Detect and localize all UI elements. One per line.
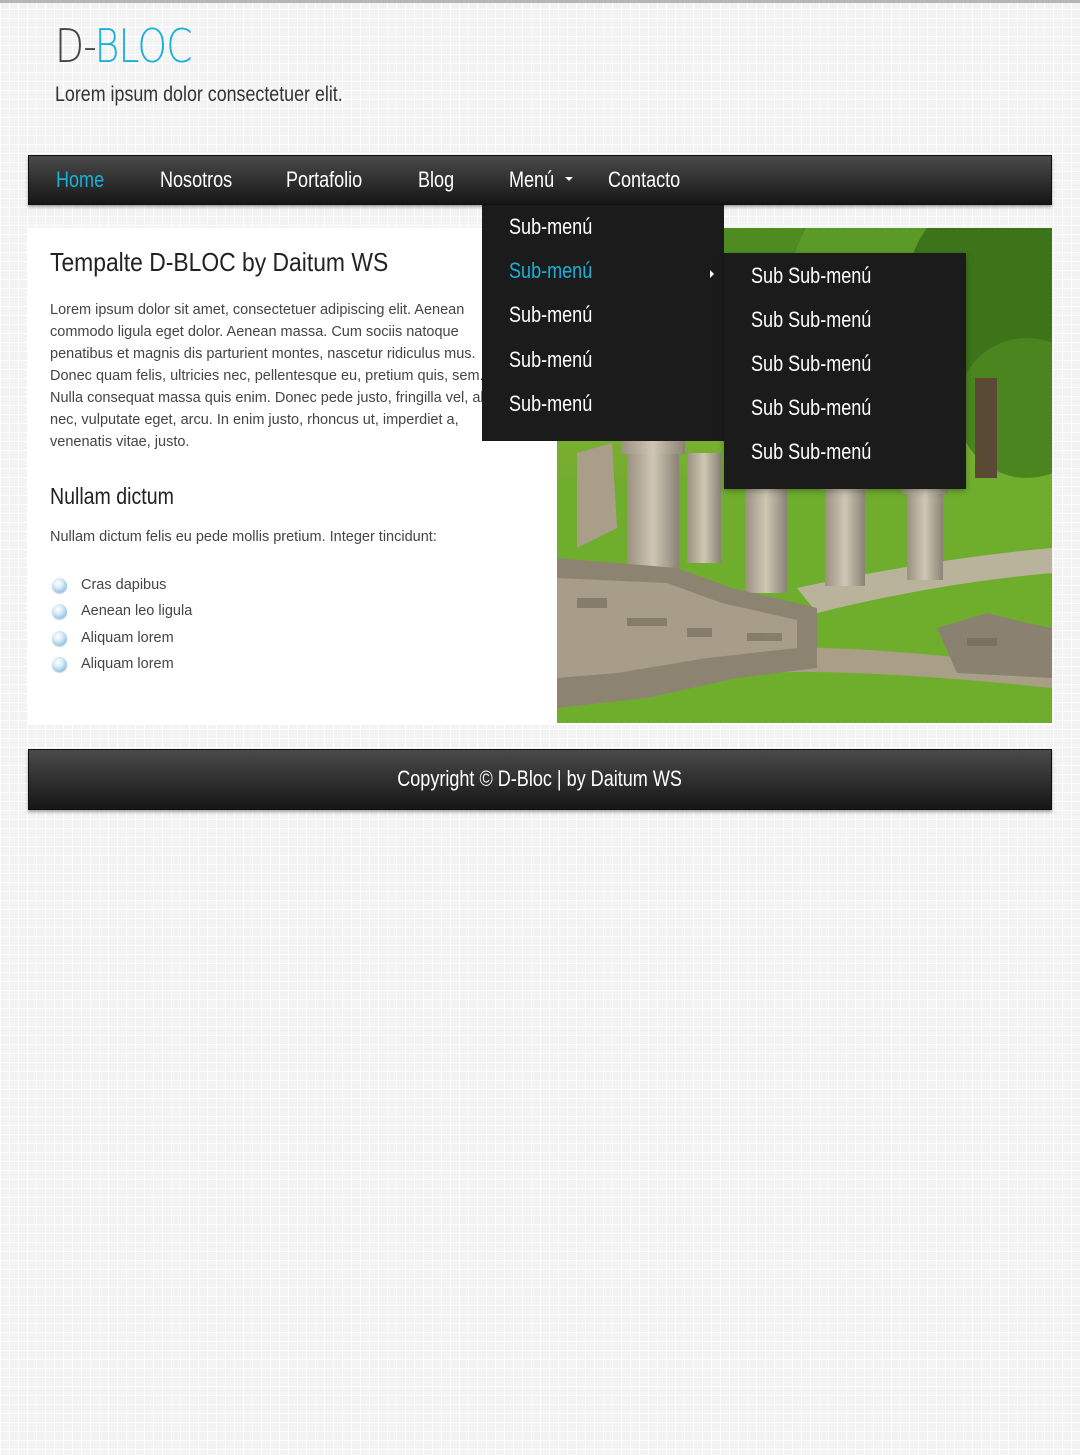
list-item: Aenean leo ligula <box>50 599 192 625</box>
list-item-label: Aliquam lorem <box>81 655 174 672</box>
submenu-item[interactable]: Sub Sub-menú <box>751 437 871 467</box>
dropdown-item[interactable]: Sub-menú <box>509 389 592 419</box>
chevron-right-icon <box>710 270 714 278</box>
footer-copyright: Copyright © D-Bloc | by Daitum WS <box>29 750 1051 809</box>
dropdown-item[interactable]: Sub-menú <box>509 345 592 375</box>
feature-list: Cras dapibus Aenean leo ligula Aliquam l… <box>50 573 192 678</box>
bullet-icon <box>52 604 67 620</box>
bullet-icon <box>52 630 67 646</box>
nav-item-portafolio[interactable]: Portafolio <box>286 156 362 204</box>
bullet-icon <box>52 578 67 593</box>
submenu-item[interactable]: Sub Sub-menú <box>751 393 871 423</box>
footer-copyright-text: Copyright © D-Bloc | by Daitum WS <box>397 766 683 791</box>
nav-item-home[interactable]: Home <box>56 156 104 204</box>
site-title-prefix: D- <box>55 19 96 73</box>
chevron-down-icon <box>565 177 573 181</box>
nav-item-menu[interactable]: Menú <box>509 156 554 204</box>
submenu-item[interactable]: Sub Sub-menú <box>751 261 871 291</box>
section-paragraph: Nullam dictum felis eu pede mollis preti… <box>50 529 437 545</box>
list-item: Aliquam lorem <box>50 652 192 678</box>
submenu-item[interactable]: Sub Sub-menú <box>751 349 871 379</box>
intro-paragraph: Lorem ipsum dolor sit amet, consectetuer… <box>50 302 516 450</box>
nav-item-nosotros[interactable]: Nosotros <box>160 156 232 204</box>
nav-item-contacto[interactable]: Contacto <box>608 156 680 204</box>
page-title: Tempalte D-BLOC by Daitum WS <box>50 247 389 277</box>
submenu-item[interactable]: Sub Sub-menú <box>751 305 871 335</box>
nav-item-blog[interactable]: Blog <box>418 156 454 204</box>
site-title-accent: BLOC <box>94 19 193 73</box>
site-tagline: Lorem ipsum dolor consectetuer elit. <box>55 83 343 106</box>
section-heading: Nullam dictum <box>50 483 174 509</box>
list-item-label: Aenean leo ligula <box>81 603 193 620</box>
list-item: Aliquam lorem <box>50 626 192 652</box>
list-item-label: Aliquam lorem <box>81 629 174 646</box>
dropdown-item[interactable]: Sub-menú <box>509 212 592 242</box>
site-title[interactable]: D-BLOC <box>55 23 193 69</box>
bullet-icon <box>52 656 67 672</box>
list-item-label: Cras dapibus <box>81 577 167 593</box>
list-item: Cras dapibus <box>50 573 192 599</box>
dropdown-item-active[interactable]: Sub-menú <box>509 256 592 286</box>
dropdown-item[interactable]: Sub-menú <box>509 300 592 330</box>
site-footer: Copyright © D-Bloc | by Daitum WS <box>28 749 1052 810</box>
